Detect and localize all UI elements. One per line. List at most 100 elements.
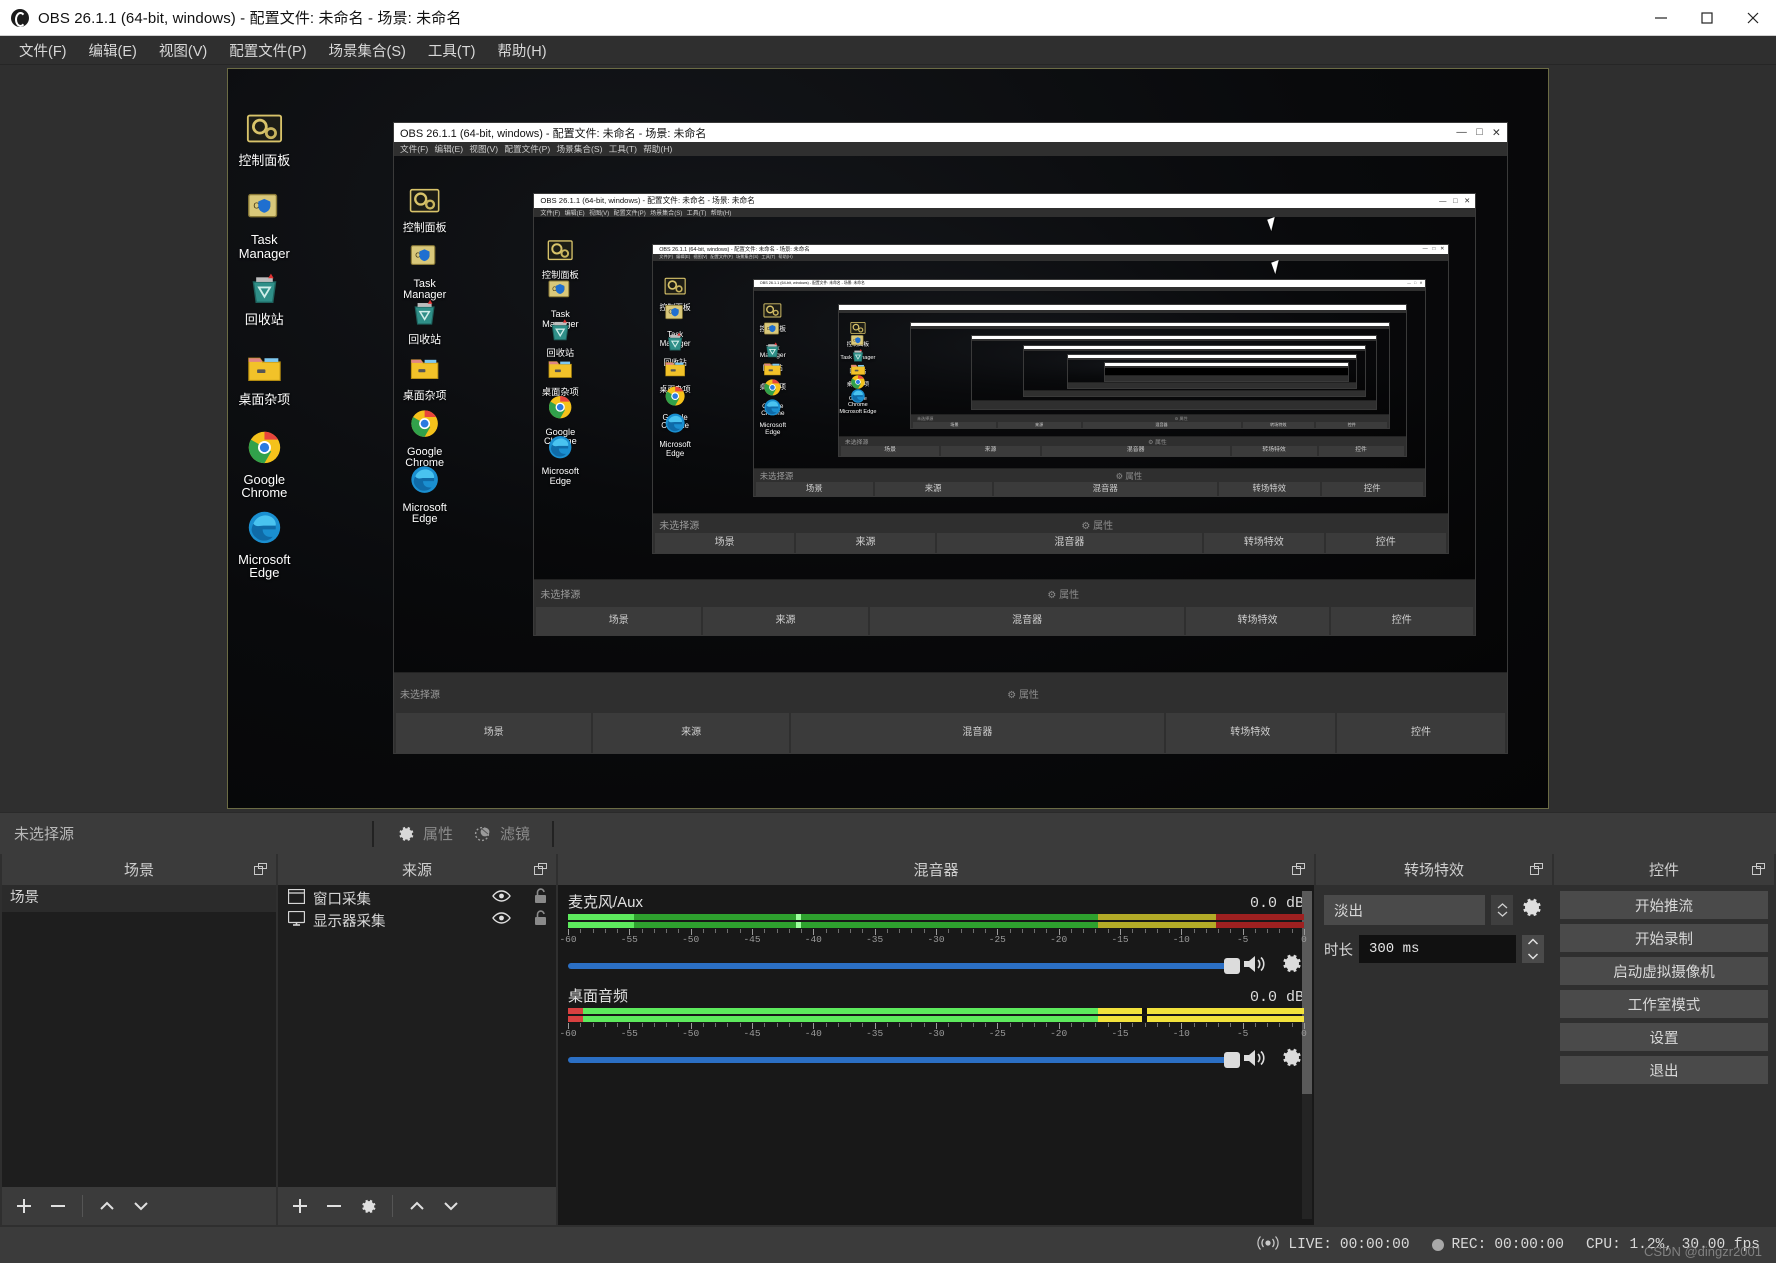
nested-dock-title[interactable]: 混音器 <box>1041 446 1230 456</box>
nested-preview-canvas[interactable]: 控制面板CPUTask Manager回收站桌面杂项Google ChromeM… <box>534 217 1475 579</box>
remove-source-button[interactable] <box>318 1191 350 1221</box>
nested-dock-title[interactable]: 混音器 <box>790 712 1164 754</box>
nested-dock-title[interactable]: 混音器 <box>993 482 1217 496</box>
minimize-icon[interactable]: — <box>1456 127 1466 139</box>
desktop-icon[interactable]: Microsoft Edge <box>394 464 455 525</box>
nested-dock-title[interactable]: 来源 <box>593 712 789 754</box>
desktop-icon[interactable]: Microsoft Edge <box>534 434 586 487</box>
close-icon[interactable]: ✕ <box>1440 246 1444 252</box>
menu-tools[interactable]: 工具(T) <box>417 37 487 64</box>
transition-gear-icon[interactable] <box>1519 895 1544 925</box>
move-source-up-button[interactable] <box>401 1191 433 1221</box>
move-source-down-button[interactable] <box>435 1191 467 1221</box>
channel-settings-gear-icon[interactable] <box>1279 951 1304 981</box>
channel-settings-gear-icon[interactable] <box>1279 1045 1304 1075</box>
scene-list[interactable]: 场景 <box>2 885 276 912</box>
minimize-icon[interactable]: — <box>1407 281 1411 285</box>
close-icon[interactable]: ✕ <box>1492 127 1501 139</box>
settings-button[interactable]: 设置 <box>1560 1023 1768 1051</box>
menu-edit[interactable]: 编辑(E) <box>78 37 148 64</box>
minimize-icon[interactable] <box>1638 0 1684 36</box>
volume-slider[interactable] <box>568 958 1240 974</box>
nested-dock-title[interactable]: 转场特效 <box>1203 533 1324 554</box>
move-scene-up-button[interactable] <box>91 1191 123 1221</box>
menu-view[interactable]: 视图(V) <box>148 37 218 64</box>
desktop-icon[interactable]: Microsoft Edge <box>228 509 301 580</box>
nested-menu-item[interactable]: 文件(F) <box>540 208 560 217</box>
desktop-icon[interactable]: Microsoft Edge <box>653 412 697 458</box>
menu-file[interactable]: 文件(F) <box>8 37 78 64</box>
close-icon[interactable]: ✕ <box>1419 281 1422 285</box>
filters-button[interactable]: 滤镜 <box>463 819 540 848</box>
source-properties-button[interactable] <box>352 1191 384 1221</box>
nested-properties-label[interactable]: ⚙ 属性 <box>1047 586 1079 601</box>
nested-preview-canvas[interactable] <box>1067 360 1356 382</box>
nested-preview-canvas[interactable] <box>972 340 1377 400</box>
nested-preview-canvas[interactable]: 控制面板CPUTask Manager回收站桌面杂项Google ChromeM… <box>838 313 1406 437</box>
scenes-body[interactable]: 场景 <box>2 885 276 1187</box>
desktop-icon[interactable]: Google Chrome <box>228 429 301 500</box>
desktop-icon[interactable]: 控制面板 <box>534 237 586 280</box>
float-icon[interactable] <box>254 863 267 881</box>
nested-dock-title[interactable]: 来源 <box>703 607 868 636</box>
nested-dock-title[interactable]: 场景 <box>840 446 940 456</box>
duration-input[interactable]: 300 ms <box>1359 935 1516 963</box>
add-source-button[interactable] <box>284 1191 316 1221</box>
nested-preview-canvas[interactable] <box>1104 367 1348 376</box>
nested-menu-item[interactable]: 场景集合(S) <box>650 208 682 217</box>
close-icon[interactable] <box>1730 0 1776 36</box>
maximize-icon[interactable]: □ <box>1453 196 1457 205</box>
transition-select[interactable]: 淡出 <box>1324 895 1485 925</box>
nested-preview-canvas[interactable]: 控制面板CPUTask Manager回收站桌面杂项Google ChromeM… <box>653 260 1448 514</box>
unlock-icon[interactable] <box>533 909 548 931</box>
desktop-icon[interactable]: 桌面杂项 <box>228 349 301 407</box>
desktop-icon[interactable]: Microsoft Edge <box>754 398 792 438</box>
nested-properties-label[interactable]: ⚙ 属性 <box>1148 437 1167 446</box>
eye-icon[interactable] <box>492 911 511 930</box>
nested-dock-title[interactable]: 来源 <box>997 421 1081 429</box>
menu-help[interactable]: 帮助(H) <box>486 37 557 64</box>
nested-dock-title[interactable]: 控件 <box>1318 446 1404 456</box>
start-recording-button[interactable]: 开始录制 <box>1560 924 1768 952</box>
maximize-icon[interactable] <box>1684 0 1730 36</box>
nested-menu-item[interactable]: 文件(F) <box>400 143 428 155</box>
nested-properties-label[interactable]: ⚙ 属性 <box>1007 686 1039 701</box>
nested-preview-canvas[interactable] <box>910 328 1390 415</box>
add-scene-button[interactable] <box>8 1191 40 1221</box>
desktop-icon[interactable]: 回收站 <box>394 296 455 346</box>
nested-dock-title[interactable]: 控件 <box>1321 482 1423 496</box>
move-scene-down-button[interactable] <box>125 1191 157 1221</box>
transition-spinner[interactable] <box>1491 895 1513 925</box>
nested-dock-title[interactable]: 混音器 <box>936 533 1202 554</box>
maximize-icon[interactable]: □ <box>1414 281 1416 285</box>
nested-menu-item[interactable]: 视图(V) <box>693 254 707 260</box>
nested-preview-canvas[interactable]: 控制面板CPUTask Manager回收站桌面杂项Google ChromeM… <box>753 291 1425 468</box>
nested-menu-item[interactable]: 场景集合(S) <box>557 143 603 155</box>
exit-button[interactable]: 退出 <box>1560 1056 1768 1084</box>
nested-dock-title[interactable]: 控件 <box>1325 533 1446 554</box>
nested-menu-item[interactable]: 编辑(E) <box>565 208 585 217</box>
nested-menu-item[interactable]: 视图(V) <box>469 143 498 155</box>
nested-preview-canvas[interactable] <box>1023 351 1365 390</box>
nested-dock-title[interactable]: 场景 <box>396 712 592 754</box>
nested-menu-item[interactable]: 工具(T) <box>762 254 776 260</box>
sources-body[interactable]: 窗口采集 显示器采集 <box>278 885 556 1187</box>
eye-icon[interactable] <box>492 889 511 908</box>
nested-menu-item[interactable]: 工具(T) <box>609 143 637 155</box>
nested-dock-title[interactable]: 混音器 <box>869 607 1185 636</box>
nested-dock-title[interactable]: 控件 <box>1330 607 1473 636</box>
desktop-icon[interactable]: CPUTask Manager <box>228 189 301 260</box>
start-streaming-button[interactable]: 开始推流 <box>1560 891 1768 919</box>
nested-dock-title[interactable]: 转场特效 <box>1165 712 1335 754</box>
nested-dock-title[interactable]: 场景 <box>912 421 996 429</box>
nested-dock-title[interactable]: 来源 <box>796 533 935 554</box>
float-icon[interactable] <box>1530 863 1543 881</box>
nested-menu-item[interactable]: 文件(F) <box>659 254 673 260</box>
desktop-icon[interactable]: 控制面板 <box>394 185 455 235</box>
desktop-icon[interactable]: 桌面杂项 <box>534 355 586 398</box>
close-icon[interactable]: ✕ <box>1464 196 1470 205</box>
minimize-icon[interactable]: — <box>1423 246 1428 252</box>
nested-dock-title[interactable]: 控件 <box>1316 421 1388 429</box>
start-virtual-cam-button[interactable]: 启动虚拟摄像机 <box>1560 957 1768 985</box>
nested-dock-title[interactable]: 转场特效 <box>1186 607 1329 636</box>
